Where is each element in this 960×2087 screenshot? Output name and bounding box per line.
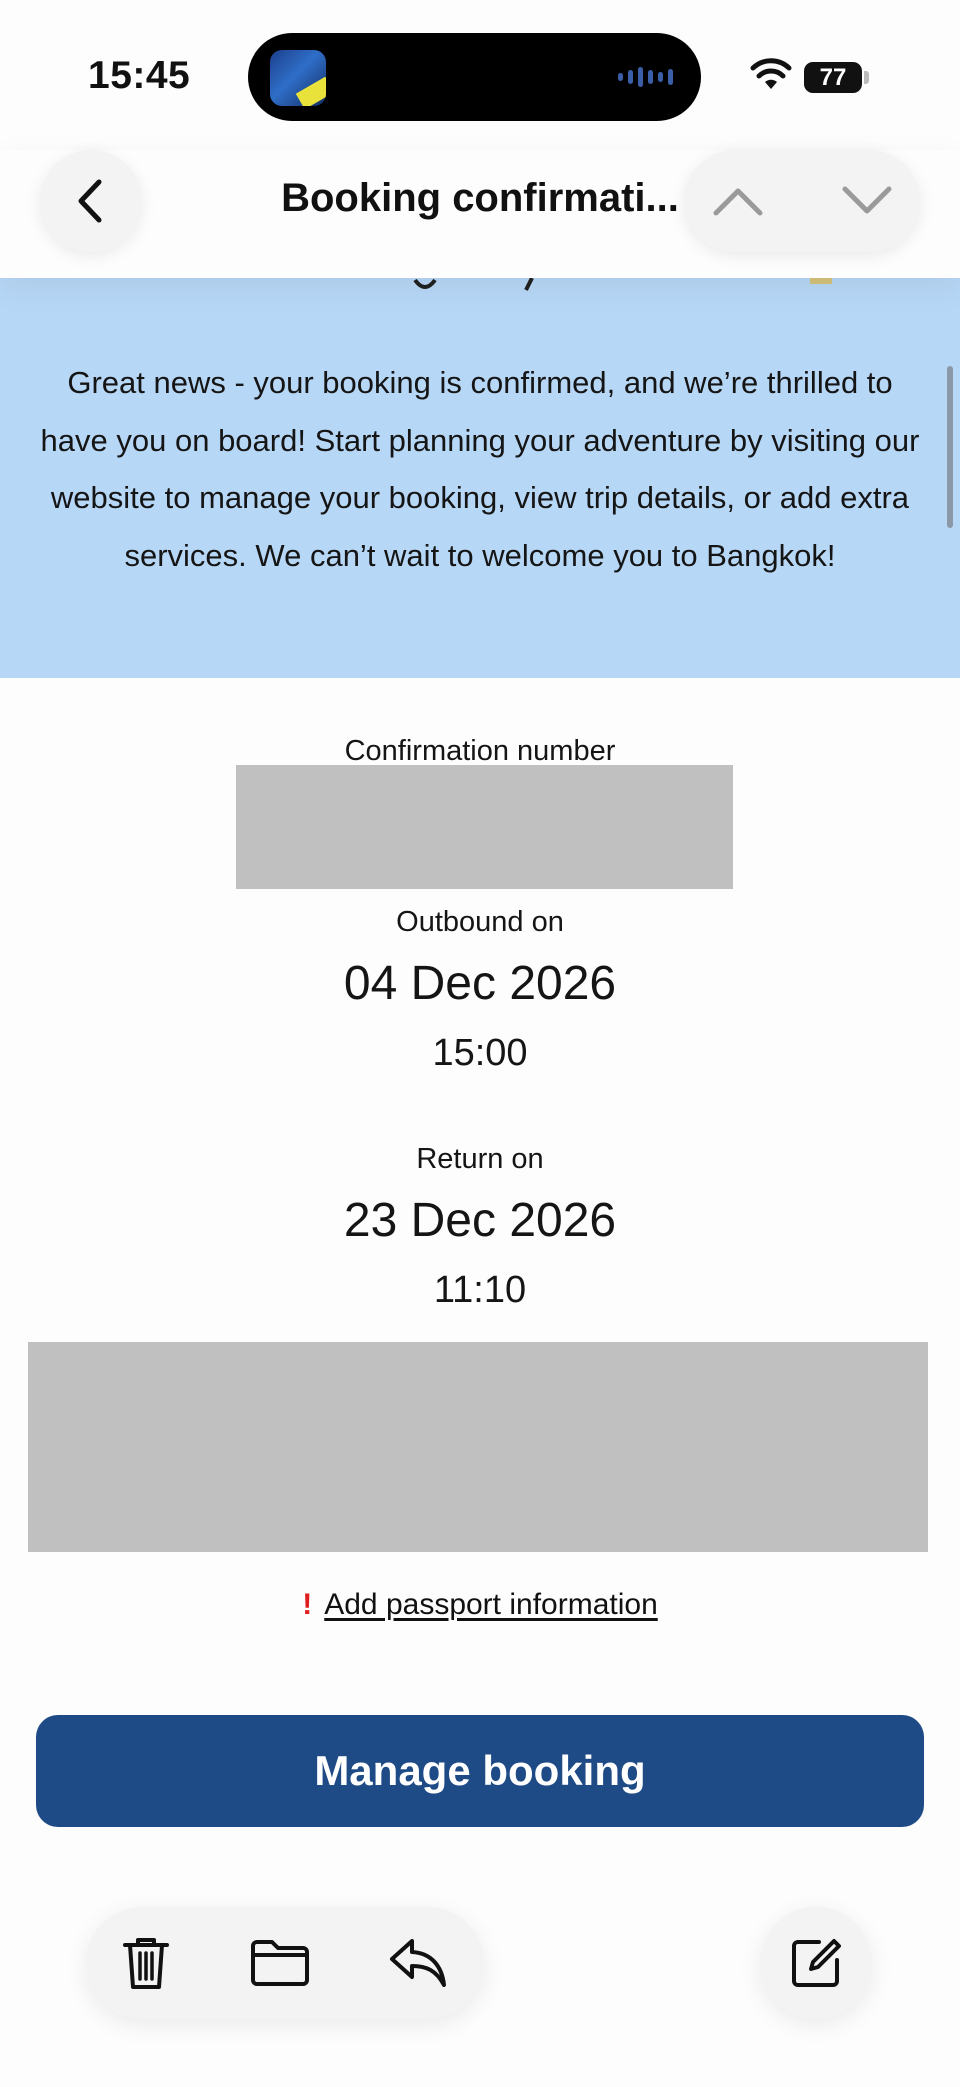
battery-icon: 77	[804, 62, 862, 93]
now-playing-artwork	[270, 50, 326, 106]
compose-button[interactable]	[760, 1907, 872, 2019]
message-body: Great news - your booking is confirmed, …	[40, 365, 920, 573]
message-nav	[684, 150, 920, 252]
move-to-folder-button[interactable]	[250, 1933, 310, 1993]
folder-icon	[251, 1940, 309, 1986]
confirmation-number-label: Confirmation number	[344, 735, 616, 767]
outbound-label: Outbound on	[396, 906, 564, 938]
return-label: Return on	[416, 1143, 544, 1175]
redacted-block	[28, 1342, 928, 1552]
previous-message-button[interactable]	[713, 176, 763, 226]
delete-button[interactable]	[116, 1933, 176, 1993]
confirmation-number-redacted	[236, 765, 733, 889]
passport-prompt: ! Add passport information	[0, 1588, 960, 1622]
audio-wave-icon	[618, 67, 673, 87]
return-date: 23 Dec 2026	[343, 1194, 617, 1247]
dynamic-island[interactable]	[248, 33, 701, 121]
scroll-indicator[interactable]	[947, 366, 953, 528]
battery-tip	[864, 71, 869, 84]
confirmation-message-panel: Great news - your booking is confirmed, …	[0, 278, 960, 678]
bottom-toolbar	[86, 1907, 484, 2019]
return-time: 11:10	[433, 1269, 527, 1311]
reply-icon	[390, 1939, 446, 1987]
outbound-time: 15:00	[432, 1032, 528, 1074]
status-bar: 15:45 77	[0, 0, 960, 150]
chevron-up-icon	[713, 188, 763, 216]
next-message-button[interactable]	[842, 176, 892, 226]
manage-booking-button[interactable]: Manage booking	[36, 1715, 924, 1827]
compose-icon	[792, 1939, 841, 1987]
alert-icon: !	[302, 1588, 313, 1621]
mail-header: Booking confirmati...	[0, 150, 960, 278]
clipped-text-line	[413, 278, 832, 291]
add-passport-link[interactable]: Add passport information	[324, 1588, 658, 1621]
chevron-down-icon	[842, 186, 892, 214]
outbound-date: 04 Dec 2026	[343, 957, 617, 1010]
trash-icon	[123, 1938, 169, 1989]
status-time: 15:45	[88, 54, 191, 97]
reply-button[interactable]	[388, 1933, 448, 1993]
wifi-icon	[750, 58, 792, 89]
